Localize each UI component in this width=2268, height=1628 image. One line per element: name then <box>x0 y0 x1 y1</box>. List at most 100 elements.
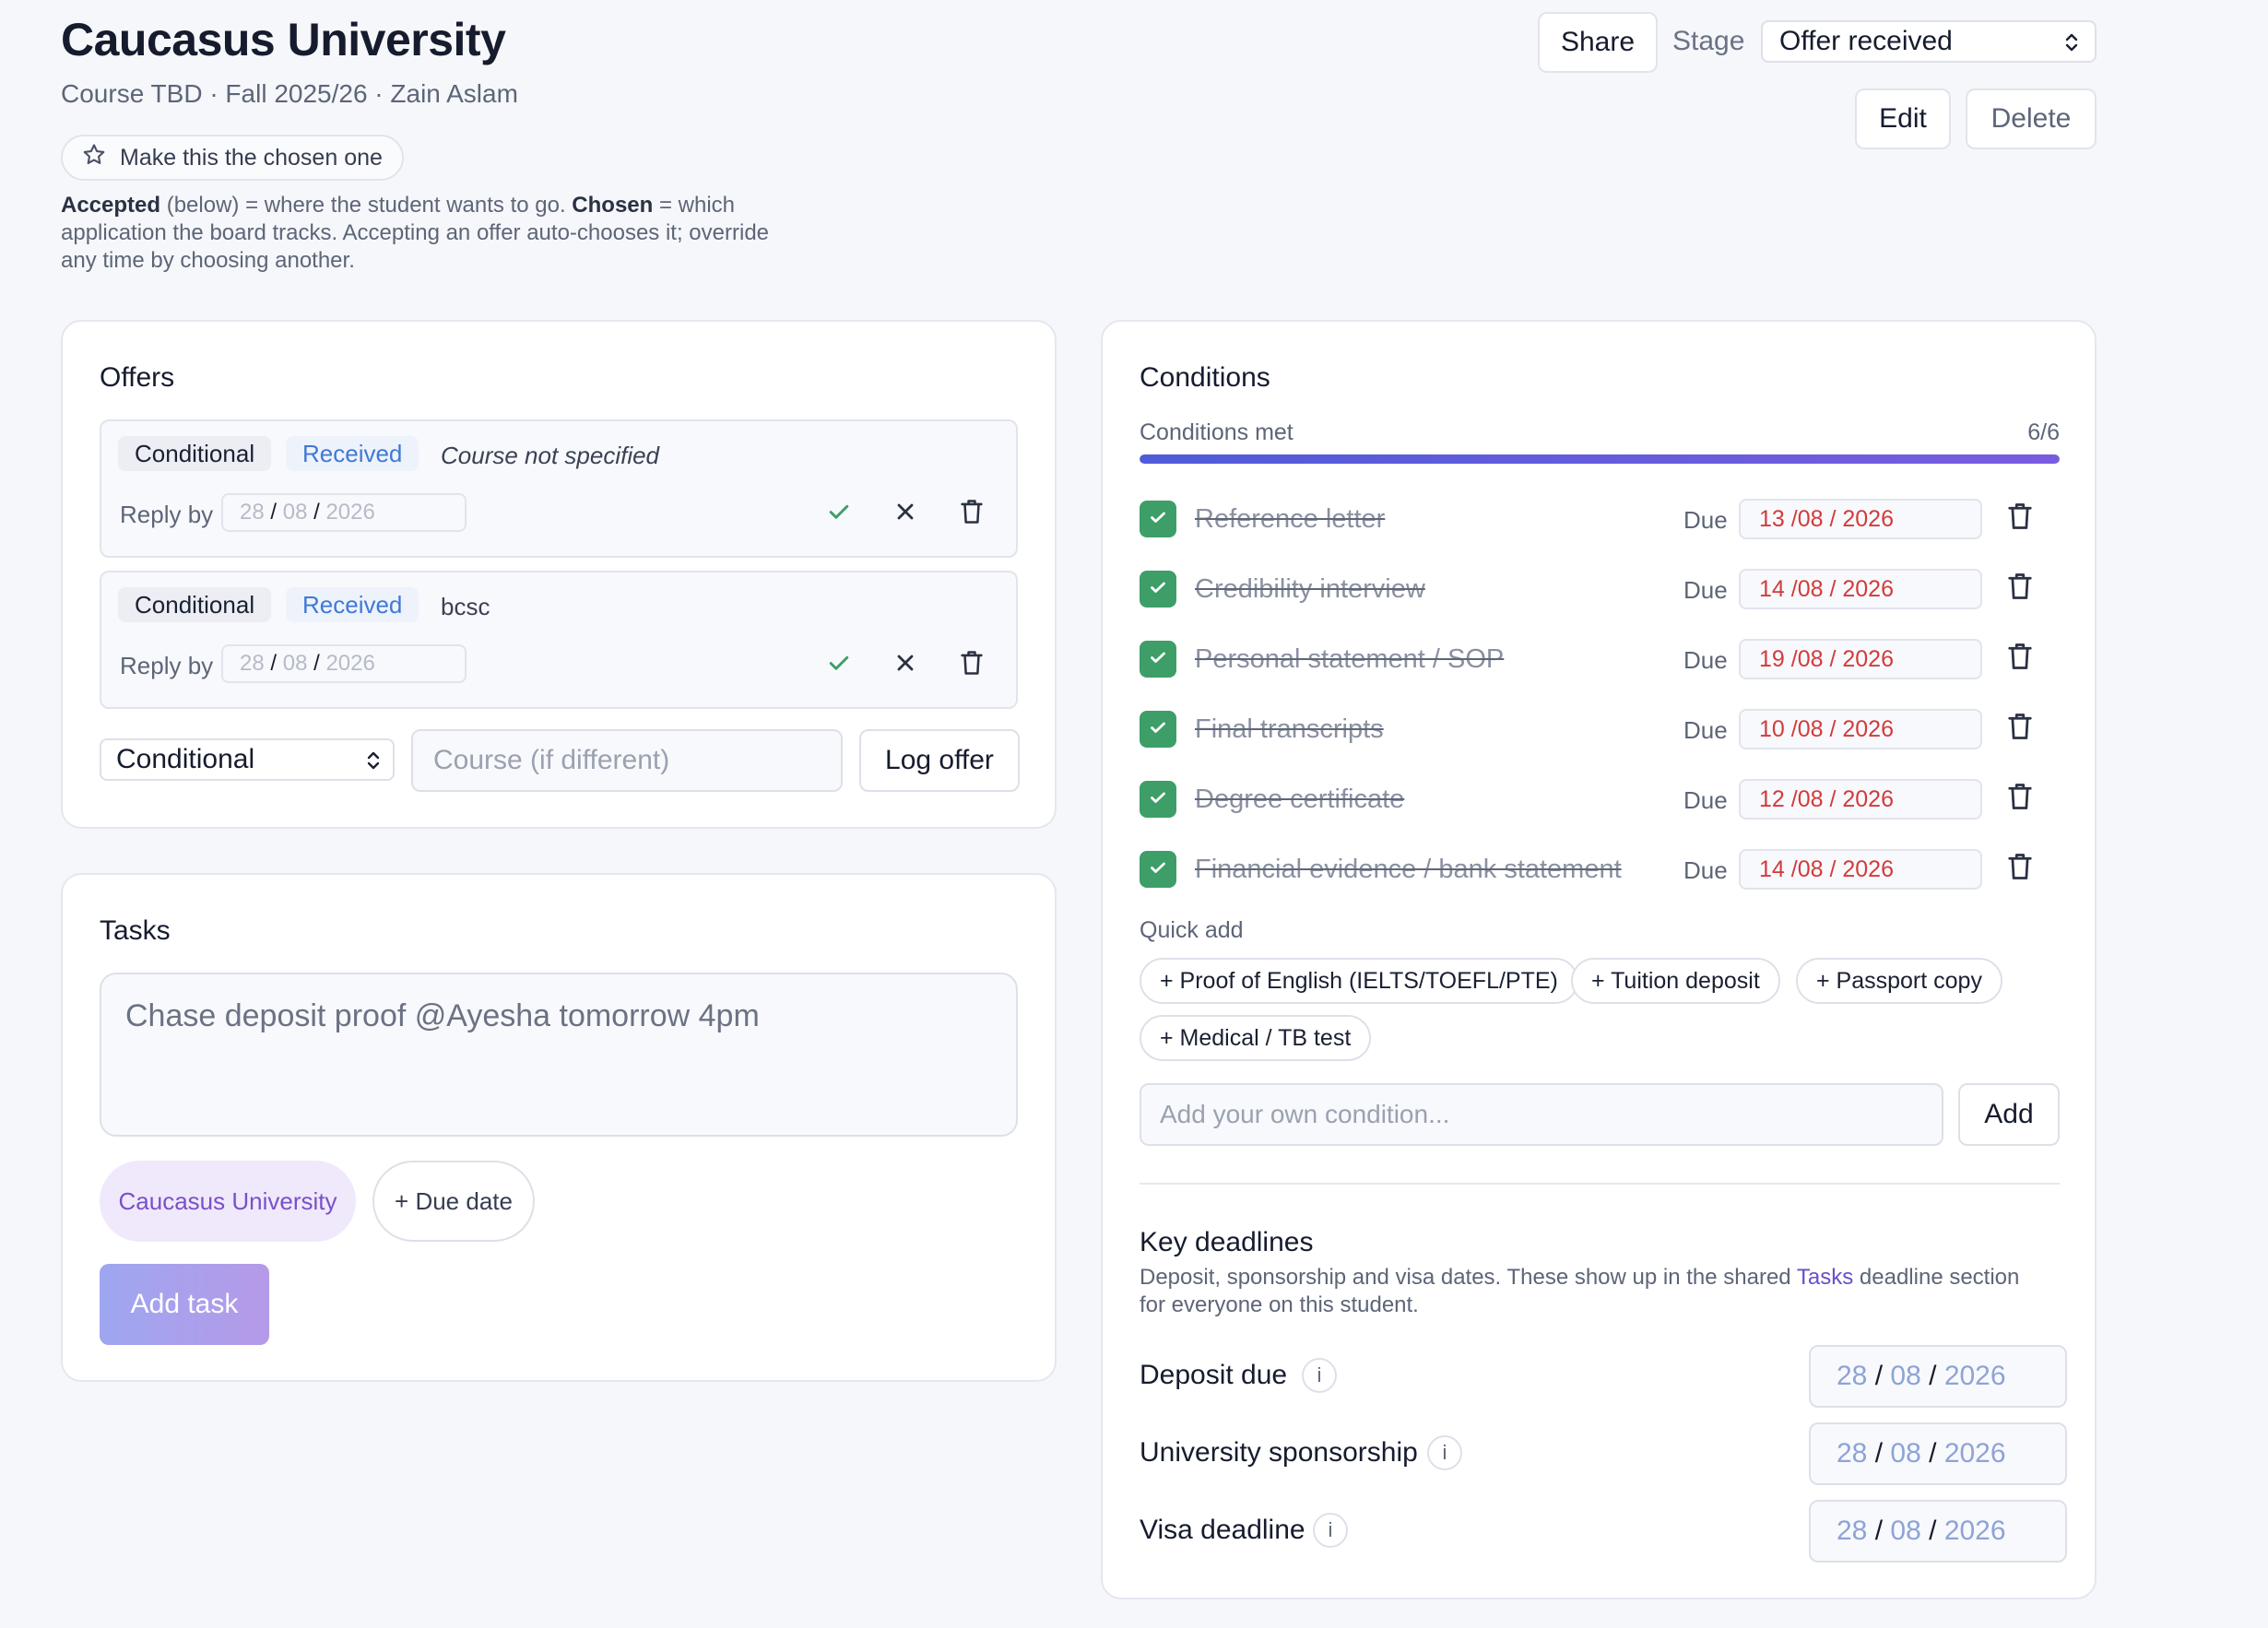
accept-offer-button[interactable] <box>821 646 857 683</box>
due-label: Due <box>1683 786 1728 814</box>
condition-due-date-input[interactable]: 12 /08 / 2026 <box>1739 779 1982 820</box>
date-year: 2026 <box>1842 785 1894 812</box>
reject-offer-button[interactable] <box>887 495 924 532</box>
custom-condition-input[interactable] <box>1140 1083 1943 1146</box>
deadline-date-input[interactable]: 28 / 08 / 2026 <box>1809 1345 2067 1408</box>
condition-name: Reference letter <box>1195 504 1386 534</box>
offer-row: Conditional Received bcsc Reply by 28 / … <box>100 571 1018 709</box>
date-day: 28 <box>240 651 265 676</box>
accept-offer-button[interactable] <box>821 495 857 532</box>
check-icon <box>1147 576 1169 603</box>
condition-checkbox[interactable] <box>1140 571 1176 608</box>
share-button[interactable]: Share <box>1538 12 1658 73</box>
star-icon <box>81 142 107 174</box>
deadline-date-input[interactable]: 28 / 08 / 2026 <box>1809 1422 2067 1485</box>
date-month: 08 <box>1797 575 1824 602</box>
delete-condition-button[interactable] <box>2006 851 2034 887</box>
task-due-date-chip[interactable]: + Due date <box>372 1161 535 1242</box>
task-university-chip[interactable]: Caucasus University <box>100 1161 356 1242</box>
help-accepted-text: (below) = where the student wants to go. <box>160 193 573 218</box>
delete-condition-button[interactable] <box>2006 711 2034 747</box>
check-icon <box>1147 646 1169 673</box>
trash-icon <box>2006 714 2034 746</box>
page-subtitle: Course TBD · Fall 2025/26 · Zain Aslam <box>61 79 518 108</box>
reject-offer-button[interactable] <box>887 646 924 683</box>
info-icon[interactable]: i <box>1313 1513 1348 1548</box>
updown-chevron-icon <box>2061 29 2082 63</box>
task-text-input[interactable]: Chase deposit proof @Ayesha tomorrow 4pm <box>100 973 1018 1137</box>
condition-checkbox[interactable] <box>1140 781 1176 818</box>
condition-due-date-input[interactable]: 13 /08 / 2026 <box>1739 499 1982 539</box>
date-separator: / <box>313 500 320 525</box>
condition-item: Degree certificate Due 12 /08 / 2026 <box>1140 773 2061 825</box>
reply-by-label: Reply by <box>120 652 214 679</box>
date-month: 08 <box>282 500 308 525</box>
condition-name: Final transcripts <box>1195 714 1384 744</box>
log-offer-button[interactable]: Log offer <box>859 729 1020 792</box>
deadline-date-input[interactable]: 28 / 08 / 2026 <box>1809 1500 2067 1563</box>
date-month: 08 <box>1797 715 1824 742</box>
condition-checkbox[interactable] <box>1140 851 1176 888</box>
check-icon <box>1147 856 1169 883</box>
condition-name: Credibility interview <box>1195 574 1425 604</box>
help-chosen-term: Chosen <box>572 193 654 218</box>
kd-desc-before: Deposit, sponsorship and visa dates. The… <box>1140 1265 1797 1290</box>
date-year: 2026 <box>1842 645 1894 672</box>
make-chosen-button[interactable]: Make this the chosen one <box>61 135 404 181</box>
condition-item: Credibility interview Due 14 /08 / 2026 <box>1140 563 2061 615</box>
condition-name: Degree certificate <box>1195 785 1405 814</box>
date-separator: / <box>1929 1516 1937 1546</box>
delete-condition-button[interactable] <box>2006 641 2034 677</box>
tasks-link[interactable]: Tasks <box>1797 1265 1853 1290</box>
condition-due-date-input[interactable]: 19 /08 / 2026 <box>1739 639 1982 679</box>
edit-button[interactable]: Edit <box>1855 88 1951 149</box>
date-year: 2026 <box>1943 1438 2006 1469</box>
date-year: 2026 <box>325 651 375 676</box>
condition-checkbox[interactable] <box>1140 711 1176 748</box>
check-icon <box>1147 716 1169 743</box>
reply-by-date-input[interactable]: 28 / 08 / 2026 <box>221 644 467 683</box>
quick-add-chip[interactable]: + Tuition deposit <box>1571 958 1780 1004</box>
reply-by-date-input[interactable]: 28 / 08 / 2026 <box>221 493 467 532</box>
due-label: Due <box>1683 506 1728 534</box>
condition-checkbox[interactable] <box>1140 641 1176 678</box>
info-icon[interactable]: i <box>1427 1435 1462 1470</box>
check-icon <box>1147 506 1169 533</box>
delete-offer-button[interactable] <box>953 495 990 532</box>
delete-offer-button[interactable] <box>953 646 990 683</box>
offer-course: bcsc <box>441 593 490 620</box>
add-condition-button[interactable]: Add <box>1958 1083 2060 1146</box>
date-month: 08 <box>1797 505 1824 532</box>
due-label: Due <box>1683 576 1728 604</box>
condition-due-date-input[interactable]: 14 /08 / 2026 <box>1739 569 1982 609</box>
delete-condition-button[interactable] <box>2006 781 2034 817</box>
condition-due-date-input[interactable]: 10 /08 / 2026 <box>1739 709 1982 749</box>
date-separator: / <box>1874 1361 1884 1391</box>
deadline-label: University sponsorship <box>1140 1437 1418 1468</box>
offer-type-select-value: Conditional <box>116 744 255 774</box>
conditions-card: Conditions Conditions met 6/6 Reference … <box>1101 320 2097 1599</box>
quick-add-chip[interactable]: + Medical / TB test <box>1140 1015 1372 1061</box>
page-title: Caucasus University <box>61 14 506 65</box>
quick-add-chip[interactable]: + Passport copy <box>1796 958 2002 1004</box>
trash-icon <box>2006 503 2034 536</box>
condition-due-date-input[interactable]: 14 /08 / 2026 <box>1739 849 1982 890</box>
course-input[interactable] <box>411 729 843 792</box>
delete-button[interactable]: Delete <box>1966 88 2097 149</box>
delete-condition-button[interactable] <box>2006 501 2034 537</box>
date-separator: / <box>1929 1361 1937 1391</box>
add-task-button[interactable]: Add task <box>100 1264 269 1345</box>
date-separator: / <box>270 500 278 525</box>
section-divider <box>1140 1183 2060 1185</box>
date-separator: / <box>1874 1516 1884 1546</box>
condition-checkbox[interactable] <box>1140 501 1176 537</box>
date-separator: / <box>313 651 320 676</box>
trash-icon <box>2006 643 2034 676</box>
offer-type-select[interactable]: Conditional <box>100 738 395 781</box>
info-icon[interactable]: i <box>1302 1358 1337 1393</box>
quick-add-chip[interactable]: + Proof of English (IELTS/TOEFL/PTE) <box>1140 958 1578 1004</box>
stage-select[interactable]: Offer received <box>1761 20 2097 63</box>
delete-condition-button[interactable] <box>2006 571 2034 607</box>
offer-status-tag: Received <box>286 587 419 622</box>
tasks-card: Tasks Chase deposit proof @Ayesha tomorr… <box>61 873 1057 1382</box>
